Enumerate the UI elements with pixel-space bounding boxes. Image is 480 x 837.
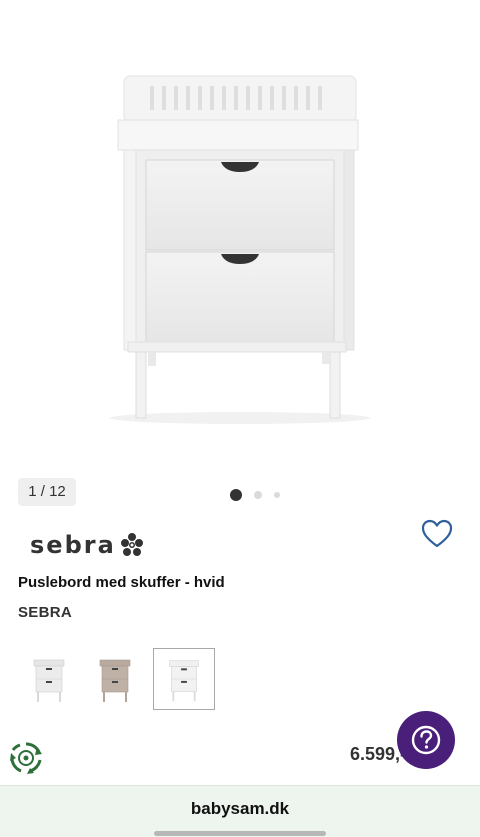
- thumbnail-image-taupe: [99, 659, 131, 702]
- wishlist-button[interactable]: [420, 518, 454, 550]
- carousel-dot-active[interactable]: [230, 489, 242, 501]
- product-brand[interactable]: SEBRA: [18, 604, 72, 621]
- carousel-dots[interactable]: [230, 488, 280, 502]
- carousel-dot[interactable]: [254, 491, 262, 499]
- product-main-image[interactable]: [0, 0, 480, 470]
- sebra-flower-icon: [120, 533, 143, 556]
- thumbnail-image-white: [169, 660, 199, 702]
- home-indicator[interactable]: [154, 831, 326, 836]
- variant-thumbnail-selected[interactable]: [153, 648, 215, 710]
- browser-url[interactable]: babysam.dk: [0, 799, 480, 819]
- recycle-icon: [10, 742, 42, 774]
- heart-icon: [421, 519, 453, 548]
- carousel-dot[interactable]: [274, 492, 280, 498]
- recycle-icon[interactable]: [8, 740, 44, 776]
- brand-logo[interactable]: sebra: [30, 528, 144, 562]
- changing-table-illustration: [110, 75, 370, 424]
- thumbnail-image-white: [33, 659, 65, 702]
- question-icon: [411, 725, 441, 755]
- variant-thumbnail[interactable]: [84, 648, 146, 710]
- variant-thumbnail[interactable]: [18, 648, 80, 710]
- help-button[interactable]: [397, 711, 455, 769]
- brand-logo-text: sebra: [30, 531, 116, 559]
- image-counter: 1 / 12: [18, 478, 76, 506]
- product-title: Puslebord med skuffer - hvid: [18, 574, 225, 591]
